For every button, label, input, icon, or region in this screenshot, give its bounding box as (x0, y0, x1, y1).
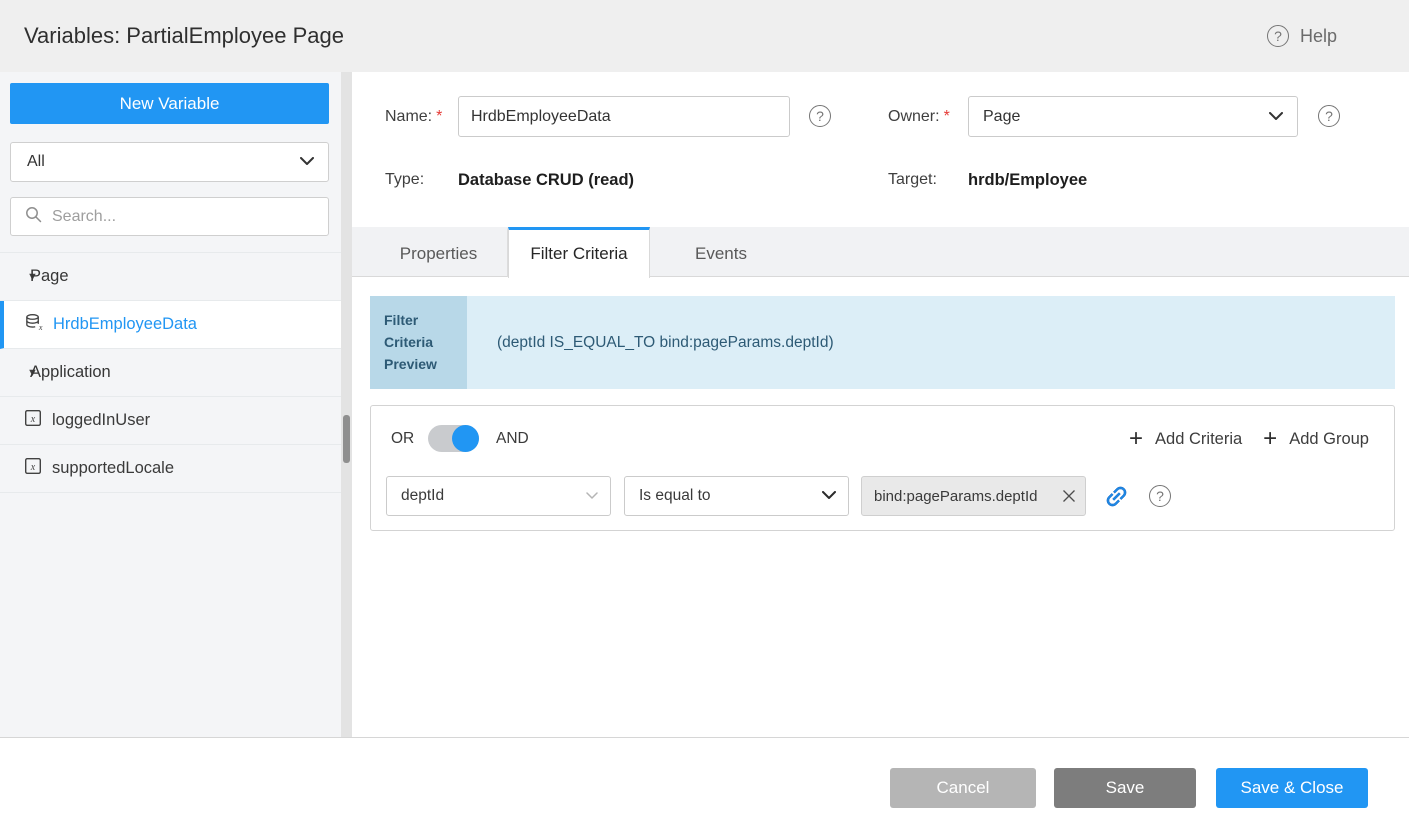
type-value: Database CRUD (read) (458, 171, 634, 190)
criteria-panel: OR AND + Add Criteria + Add Group (370, 405, 1395, 531)
bound-value: bind:pageParams.deptId (874, 488, 1061, 505)
footer: Cancel Save Save & Close (0, 738, 1409, 838)
chevron-down-icon (300, 153, 314, 171)
owner-help-icon[interactable]: ? (1318, 105, 1340, 127)
svg-text:x: x (30, 462, 36, 473)
sidebar-item-loggedinuser[interactable]: x loggedInUser (0, 397, 341, 445)
bound-value-field[interactable]: bind:pageParams.deptId (861, 476, 1086, 516)
sidebar-item-supportedlocale[interactable]: x supportedLocale (0, 445, 341, 493)
owner-value: Page (983, 108, 1269, 126)
plus-icon: + (1129, 427, 1143, 451)
preview-expression: (deptId IS_EQUAL_TO bind:pageParams.dept… (467, 296, 1395, 389)
sidebar: New Variable All ▼ Page (0, 72, 341, 737)
toggle-knob (452, 425, 479, 452)
target-label: Target: (888, 171, 937, 189)
tab-properties[interactable]: Properties (370, 227, 508, 277)
dialog-header: Variables: PartialEmployee Page ? Help (0, 0, 1409, 72)
sidebar-item-hrdbemployeedata[interactable]: x HrdbEmployeeData (0, 301, 341, 349)
help-label: Help (1300, 26, 1337, 47)
tab-events[interactable]: Events (650, 227, 792, 277)
static-variable-icon: x (24, 457, 42, 480)
preview-label: Filter Criteria Preview (370, 296, 467, 389)
add-criteria-button[interactable]: + Add Criteria (1129, 427, 1242, 451)
collapse-triangle-icon: ▼ (0, 271, 30, 283)
criteria-row: deptId Is equal to bind:pageParams.deptI… (371, 476, 1394, 516)
name-help-icon[interactable]: ? (809, 105, 831, 127)
target-value: hrdb/Employee (968, 171, 1087, 190)
criteria-help-icon[interactable]: ? (1149, 485, 1171, 507)
close-icon (1061, 488, 1077, 504)
filter-criteria-preview: Filter Criteria Preview (deptId IS_EQUAL… (370, 296, 1395, 389)
scrollbar-thumb[interactable] (343, 415, 350, 463)
save-and-close-button[interactable]: Save & Close (1216, 768, 1368, 808)
variables-dialog: Variables: PartialEmployee Page ? Help N… (0, 0, 1409, 838)
name-input[interactable] (458, 96, 790, 137)
chevron-down-icon (586, 487, 598, 505)
owner-select[interactable]: Page (968, 96, 1298, 137)
bind-link-button[interactable] (1103, 483, 1130, 515)
sidebar-scrollbar[interactable] (341, 72, 352, 737)
variable-label: supportedLocale (52, 459, 174, 478)
type-label: Type: (385, 171, 424, 189)
page-title: Variables: PartialEmployee Page (24, 0, 344, 72)
field-value: deptId (401, 487, 586, 505)
help-button[interactable]: ? Help (1267, 0, 1337, 72)
condition-value: Is equal to (639, 487, 822, 505)
sidebar-group-application[interactable]: ▼ Application (0, 349, 341, 397)
link-icon (1097, 477, 1135, 515)
add-group-button[interactable]: + Add Group (1263, 427, 1369, 451)
sidebar-group-page[interactable]: ▼ Page (0, 253, 341, 301)
condition-select[interactable]: Is equal to (624, 476, 849, 516)
cancel-button[interactable]: Cancel (890, 768, 1036, 808)
plus-icon: + (1263, 427, 1277, 451)
name-label: Name:* (385, 96, 442, 137)
tab-bar: Properties Filter Criteria Events (352, 227, 1409, 277)
static-variable-icon: x (24, 409, 42, 432)
main-panel: Name:* ? Owner:* Page ? Type: Database C… (352, 72, 1409, 737)
group-label: Page (30, 267, 69, 286)
search-input[interactable] (52, 208, 318, 226)
save-button[interactable]: Save (1054, 768, 1196, 808)
form-row-type-target: Type: Database CRUD (read) Target: hrdb/… (352, 171, 1409, 193)
clear-value-button[interactable] (1061, 488, 1077, 504)
chevron-down-icon (822, 487, 836, 505)
criteria-toolbar: OR AND + Add Criteria + Add Group (371, 425, 1394, 453)
variable-filter-value: All (27, 153, 300, 171)
new-variable-button[interactable]: New Variable (10, 83, 329, 124)
svg-text:x: x (38, 323, 43, 332)
chevron-down-icon (1269, 108, 1283, 126)
variable-filter-select[interactable]: All (10, 142, 329, 182)
variable-label: HrdbEmployeeData (53, 315, 197, 334)
or-label: OR (391, 425, 414, 453)
required-asterisk: * (436, 108, 442, 125)
variable-label: loggedInUser (52, 411, 150, 430)
search-icon (25, 206, 42, 228)
database-crud-icon: x (24, 313, 43, 337)
group-label: Application (30, 363, 111, 382)
and-label: AND (496, 425, 529, 453)
and-or-toggle[interactable] (428, 425, 479, 452)
search-box (10, 197, 329, 236)
tab-filter-criteria[interactable]: Filter Criteria (508, 227, 650, 278)
add-actions: + Add Criteria + Add Group (1129, 425, 1369, 453)
field-select[interactable]: deptId (386, 476, 611, 516)
help-icon: ? (1267, 25, 1289, 47)
owner-label: Owner:* (888, 96, 950, 137)
svg-text:x: x (30, 414, 36, 425)
collapse-triangle-icon: ▼ (0, 367, 30, 379)
required-asterisk: * (944, 108, 950, 125)
variable-list: ▼ Page x HrdbEmployeeData ▼ Application (0, 252, 341, 493)
form-row-name-owner: Name:* ? Owner:* Page ? (352, 96, 1409, 137)
